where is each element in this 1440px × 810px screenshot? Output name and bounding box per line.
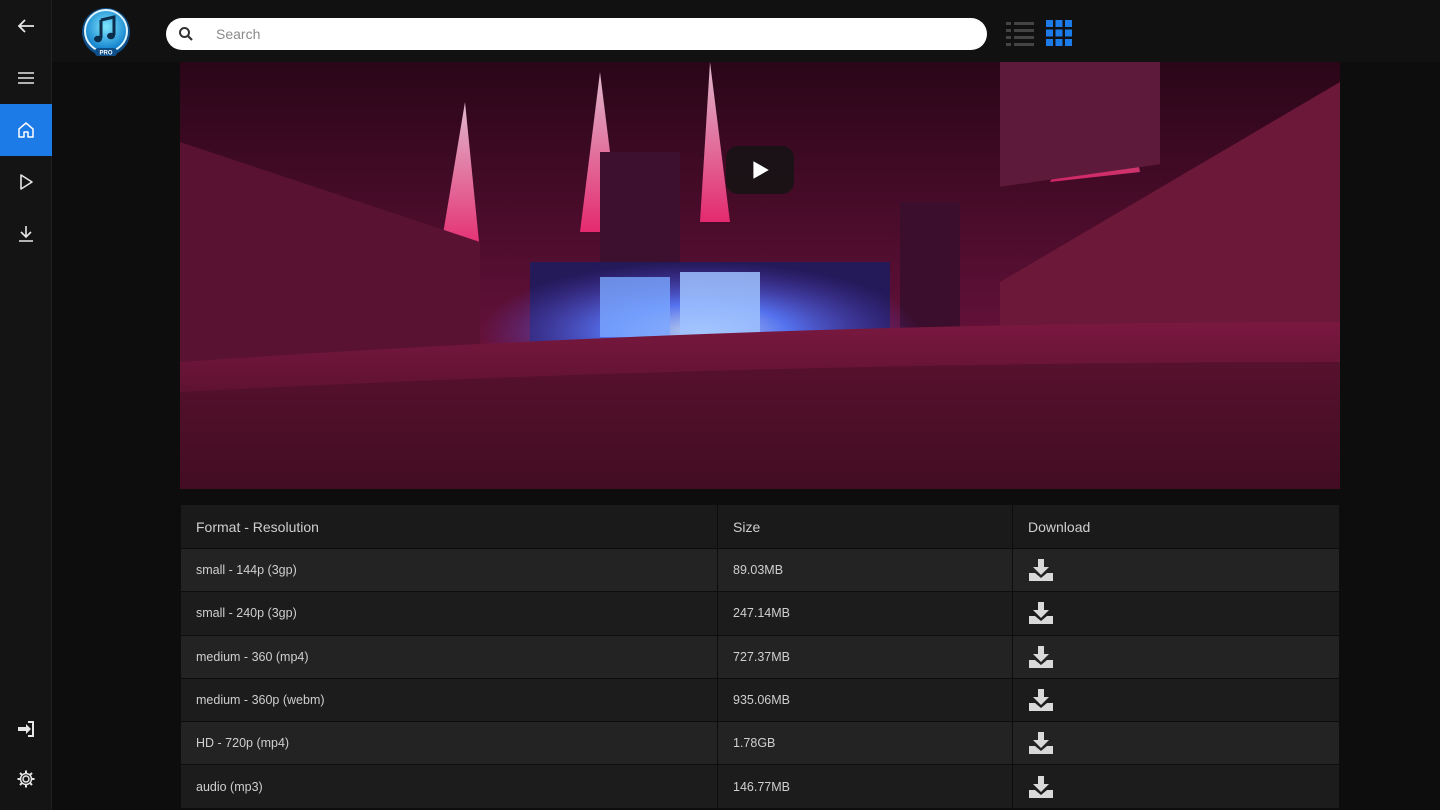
download-icon bbox=[1029, 645, 1053, 668]
music-note-icon: PRO bbox=[82, 8, 130, 57]
size-cell: 247.14MB bbox=[718, 592, 1013, 635]
video-thumbnail[interactable] bbox=[180, 62, 1340, 489]
download-button[interactable] bbox=[1028, 645, 1054, 669]
download-icon bbox=[1029, 775, 1053, 798]
table-row: small - 144p (3gp) 89.03MB bbox=[181, 549, 1339, 593]
play-icon bbox=[20, 174, 33, 190]
format-cell: medium - 360 (mp4) bbox=[181, 635, 718, 678]
search-icon bbox=[179, 27, 193, 41]
size-cell: 935.06MB bbox=[718, 678, 1013, 722]
column-header-format: Format - Resolution bbox=[181, 505, 718, 548]
format-cell: small - 144p (3gp) bbox=[181, 549, 718, 592]
home-icon bbox=[18, 122, 34, 138]
download-button[interactable] bbox=[1028, 775, 1054, 799]
top-bar: PRO bbox=[52, 0, 1440, 62]
table-row: medium - 360 (mp4) 727.37MB bbox=[181, 635, 1339, 679]
column-header-download: Download bbox=[1028, 518, 1091, 535]
table-body: small - 144p (3gp) 89.03MB small - 240p … bbox=[181, 549, 1339, 809]
table-row: audio (mp3) 146.77MB bbox=[181, 765, 1339, 809]
arrow-left-icon bbox=[17, 19, 34, 33]
search-bar bbox=[166, 18, 987, 50]
download-button[interactable] bbox=[1028, 558, 1054, 582]
download-icon bbox=[1029, 602, 1053, 625]
format-cell: audio (mp3) bbox=[181, 765, 718, 808]
download-icon bbox=[1029, 732, 1053, 755]
settings-button[interactable] bbox=[0, 753, 52, 805]
play-icon bbox=[753, 161, 769, 179]
sidebar bbox=[0, 0, 52, 810]
format-cell: HD - 720p (mp4) bbox=[181, 722, 718, 765]
download-button[interactable] bbox=[1028, 601, 1054, 625]
grid-view-icon[interactable] bbox=[1046, 20, 1072, 46]
sidebar-item-home[interactable] bbox=[0, 104, 52, 156]
hamburger-icon bbox=[18, 72, 34, 84]
search-input[interactable] bbox=[216, 26, 956, 42]
table-row: HD - 720p (mp4) 1.78GB bbox=[181, 722, 1339, 766]
sidebar-item-player[interactable] bbox=[0, 156, 52, 208]
list-view-icon[interactable] bbox=[1006, 20, 1034, 46]
menu-button[interactable] bbox=[0, 52, 52, 104]
format-cell: medium - 360p (webm) bbox=[181, 678, 718, 722]
download-icon bbox=[1029, 689, 1053, 712]
formats-table: Format - Resolution Size Download small … bbox=[181, 505, 1339, 809]
download-button[interactable] bbox=[1028, 731, 1054, 755]
login-button[interactable] bbox=[0, 703, 52, 755]
download-icon bbox=[1029, 559, 1053, 582]
back-button[interactable] bbox=[0, 0, 52, 52]
size-cell: 727.37MB bbox=[718, 635, 1013, 678]
size-cell: 89.03MB bbox=[718, 549, 1013, 592]
play-button[interactable] bbox=[726, 146, 794, 194]
table-row: medium - 360p (webm) 935.06MB bbox=[181, 678, 1339, 723]
logo-badge-text: PRO bbox=[99, 51, 112, 57]
concert-image bbox=[180, 62, 1340, 489]
column-header-size: Size bbox=[718, 505, 1013, 548]
table-row: small - 240p (3gp) 247.14MB bbox=[181, 592, 1339, 636]
gear-icon bbox=[17, 770, 35, 788]
app-window: PRO Search Format - Resolution Size Down… bbox=[0, 0, 1440, 810]
format-cell: small - 240p (3gp) bbox=[181, 592, 718, 635]
table-header: Format - Resolution Size Download bbox=[181, 505, 1339, 549]
download-button[interactable] bbox=[1028, 688, 1054, 712]
sign-in-icon bbox=[18, 721, 34, 737]
size-cell: 146.77MB bbox=[718, 765, 1013, 808]
sidebar-item-downloads[interactable] bbox=[0, 208, 52, 260]
download-icon bbox=[19, 226, 33, 242]
size-cell: 1.78GB bbox=[718, 722, 1013, 765]
